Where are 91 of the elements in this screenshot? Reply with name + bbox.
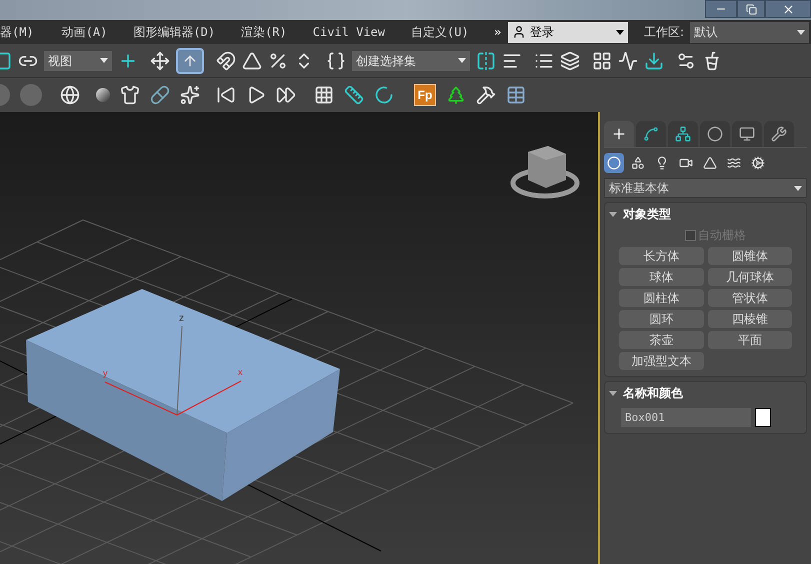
overflow-chevron[interactable]: » (494, 23, 508, 41)
x-axis-line (176, 380, 242, 416)
gears-icon (751, 156, 765, 170)
menu-item[interactable]: 动画(A) (62, 23, 108, 41)
rollout-title[interactable]: 对象类型 (623, 205, 671, 223)
ruler-icon[interactable] (344, 85, 364, 105)
menu-item[interactable]: 自定义(U) (411, 23, 469, 41)
fast-forward-icon[interactable] (276, 85, 296, 105)
caret-icon (797, 30, 805, 34)
restore-button[interactable] (737, 0, 765, 18)
primitive-button[interactable]: 四棱锥 (708, 310, 792, 328)
primitive-button[interactable]: 管状体 (708, 289, 792, 307)
place-tool-button[interactable] (176, 48, 204, 74)
sign-in-dropdown[interactable]: 登录 (508, 22, 628, 42)
move-icon[interactable] (150, 50, 170, 70)
rollout-title[interactable]: 名称和颜色 (623, 384, 683, 402)
curve-icon (643, 126, 659, 142)
capsule-icon[interactable] (150, 85, 170, 105)
selection-set-dropdown[interactable]: 创建选择集 (352, 50, 470, 70)
snap-icon[interactable] (216, 50, 236, 70)
panel-tab[interactable] (764, 121, 794, 147)
arrow-up-icon (182, 52, 198, 68)
braces-icon[interactable] (326, 50, 346, 70)
caret-icon (458, 58, 466, 63)
mirror-icon[interactable] (476, 50, 496, 70)
box-drawing[interactable] (26, 289, 340, 501)
camera-icon (679, 156, 693, 170)
tools-icon[interactable] (476, 85, 496, 105)
caret-icon (616, 30, 624, 34)
angle-snap-icon[interactable] (242, 50, 262, 70)
percent-icon[interactable] (268, 50, 288, 70)
viewport[interactable]: z y x (0, 112, 600, 564)
category-dropdown[interactable]: 标准基本体 (604, 178, 807, 198)
workspace-dropdown[interactable]: 默认 (690, 22, 809, 42)
primitive-button[interactable]: 圆环 (619, 310, 704, 328)
primitive-button[interactable]: 几何球体 (708, 268, 792, 286)
close-icon (782, 2, 794, 16)
primitive-button[interactable]: 圆柱体 (619, 289, 704, 307)
render-setup-icon[interactable] (676, 50, 696, 70)
panel-tab[interactable] (604, 121, 634, 147)
badge-icon[interactable]: Fp (414, 84, 436, 106)
curve-editor-icon[interactable] (618, 50, 638, 70)
panel-tab[interactable] (732, 121, 762, 147)
menu-item[interactable]: 渲染(R) (241, 23, 287, 41)
menu-item[interactable]: 器(M) (0, 23, 34, 41)
lightbulb-icon (655, 156, 669, 170)
primitive-button[interactable]: 球体 (619, 268, 704, 286)
color-swatch[interactable] (755, 408, 771, 427)
close-button[interactable] (765, 0, 811, 18)
panel-tab[interactable] (668, 121, 698, 147)
circle-icon (707, 126, 723, 142)
panel-tab[interactable] (700, 121, 730, 147)
shirt-icon[interactable] (120, 85, 140, 105)
table-icon[interactable] (506, 85, 526, 105)
primitive-button[interactable]: 茶壶 (619, 331, 704, 349)
menu-item[interactable]: 图形编辑器(D) (133, 23, 216, 41)
trees-icon[interactable] (446, 85, 466, 105)
sparkle-icon[interactable] (180, 85, 200, 105)
name-field[interactable]: Box001 (621, 408, 751, 427)
globe-icon[interactable] (60, 85, 80, 105)
layers-icon[interactable] (560, 50, 580, 70)
menu-item[interactable]: Civil View (312, 23, 385, 41)
restore-icon (746, 4, 756, 14)
caret-icon (609, 212, 617, 216)
caret-icon (100, 58, 108, 63)
primitive-button[interactable]: 长方体 (619, 247, 704, 265)
sphere-icon (607, 156, 621, 170)
shapes-icon (631, 156, 645, 170)
monitor-icon (739, 126, 755, 142)
skip-back-icon[interactable] (216, 85, 236, 105)
dots-grid-icon[interactable] (314, 85, 334, 105)
download-icon[interactable] (644, 50, 664, 70)
primitive-button[interactable]: 平面 (708, 331, 792, 349)
caret-icon (609, 390, 617, 396)
primitive-button[interactable]: 圆锥体 (708, 247, 792, 265)
view-dropdown[interactable]: 视图 (44, 50, 112, 70)
panel-tab[interactable] (636, 121, 666, 147)
user-icon (512, 25, 526, 39)
hierarchy-icon (675, 126, 691, 142)
workspace-label: 工作区: (644, 24, 684, 41)
wrench-icon (771, 126, 787, 142)
axis-label: x (238, 367, 242, 377)
primitive-button[interactable]: 加强型文本 (619, 352, 704, 370)
axis-label: y (103, 368, 108, 378)
category-button[interactable] (604, 153, 624, 173)
plus-icon (611, 126, 627, 142)
waves-icon (727, 156, 741, 170)
axis-label: z (179, 313, 184, 324)
caret-icon (794, 186, 802, 190)
view-cube-drawing[interactable] (510, 146, 580, 198)
layout-icon[interactable] (592, 50, 612, 70)
